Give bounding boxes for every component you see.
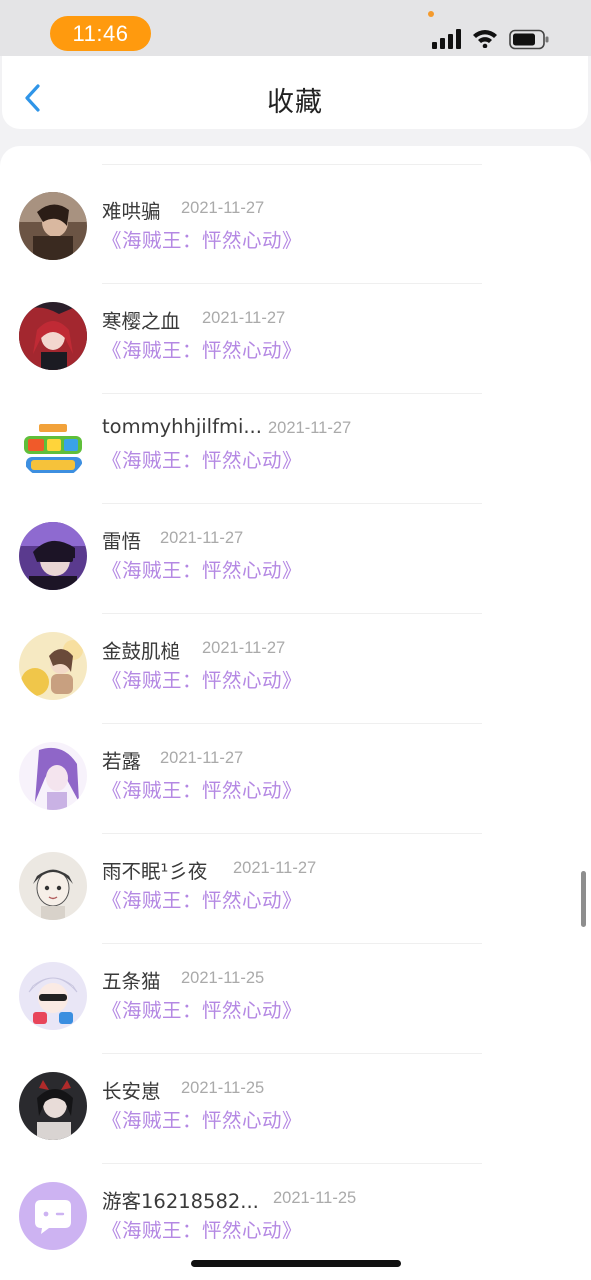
list-item[interactable]: 寒樱之血 2021-11-27 《海贼王：怦然心动》	[0, 297, 591, 407]
wifi-icon	[473, 30, 497, 48]
avatar	[19, 632, 87, 700]
list-item[interactable]: 雨不眠¹彡夜 2021-11-27 《海贼王：怦然心动》	[0, 847, 591, 957]
username: 长安崽	[102, 1080, 161, 1103]
work-title[interactable]: 《海贼王：怦然心动》	[102, 884, 302, 913]
list-item[interactable]: 雷悟 2021-11-27 《海贼王：怦然心动》	[0, 517, 591, 627]
avatar	[19, 742, 87, 810]
avatar	[19, 852, 87, 920]
list-divider	[102, 1053, 482, 1054]
list-divider	[102, 503, 482, 504]
favorite-date: 2021-11-27	[202, 639, 286, 657]
avatar	[19, 962, 87, 1030]
list-divider	[102, 1163, 482, 1164]
avatar	[19, 192, 87, 260]
favorite-date: 2021-11-25	[273, 1189, 357, 1207]
username: 五条猫	[102, 970, 161, 993]
work-title[interactable]: 《海贼王：怦然心动》	[102, 554, 302, 583]
avatar	[19, 1182, 87, 1250]
work-title[interactable]: 《海贼王：怦然心动》	[102, 1104, 302, 1133]
favorite-date: 2021-11-27	[202, 309, 286, 327]
status-bar: 11:46	[0, 0, 591, 56]
list-divider	[102, 283, 482, 284]
username: 雨不眠¹彡夜	[102, 860, 208, 883]
list-item[interactable]: 长安崽 2021-11-25 《海贼王：怦然心动》	[0, 1067, 591, 1177]
battery-icon	[509, 29, 549, 50]
scrollbar[interactable]	[581, 871, 586, 927]
list-divider	[102, 833, 482, 834]
avatar	[19, 412, 87, 480]
list-divider	[102, 164, 482, 165]
list-item[interactable]: 若露 2021-11-27 《海贼王：怦然心动》	[0, 737, 591, 847]
favorite-date: 2021-11-27	[268, 419, 352, 437]
mic-indicator-dot	[428, 11, 434, 17]
work-title[interactable]: 《海贼王：怦然心动》	[102, 224, 302, 253]
username: 游客16218582...	[102, 1190, 259, 1213]
list-item[interactable]: 五条猫 2021-11-25 《海贼王：怦然心动》	[0, 957, 591, 1067]
avatar	[19, 302, 87, 370]
avatar	[19, 1072, 87, 1140]
home-indicator[interactable]	[191, 1260, 401, 1267]
favorite-date: 2021-11-25	[181, 1079, 265, 1097]
work-title[interactable]: 《海贼王：怦然心动》	[102, 774, 302, 803]
list-item[interactable]: tommyhhjilfmi... 2021-11-27 《海贼王：怦然心动》	[0, 407, 591, 517]
username: 若露	[102, 750, 142, 773]
favorite-date: 2021-11-27	[181, 199, 265, 217]
username: tommyhhjilfmi...	[102, 415, 262, 438]
list-divider	[102, 943, 482, 944]
favorite-date: 2021-11-27	[233, 859, 317, 877]
favorite-date: 2021-11-25	[181, 969, 265, 987]
nav-header: 收藏	[2, 56, 588, 129]
favorite-date: 2021-11-27	[160, 529, 244, 547]
list-divider	[102, 613, 482, 614]
work-title[interactable]: 《海贼王：怦然心动》	[102, 444, 302, 473]
username: 难哄骗	[102, 200, 161, 223]
favorites-list: 难哄骗 2021-11-27 《海贼王：怦然心动》 寒樱之血 2021-11-2…	[0, 146, 591, 1280]
cellular-signal-icon	[432, 27, 464, 49]
work-title[interactable]: 《海贼王：怦然心动》	[102, 664, 302, 693]
favorite-date: 2021-11-27	[160, 749, 244, 767]
work-title[interactable]: 《海贼王：怦然心动》	[102, 1214, 302, 1243]
list-item[interactable]: 难哄骗 2021-11-27 《海贼王：怦然心动》	[0, 187, 591, 297]
list-item[interactable]: 金鼓肌槌 2021-11-27 《海贼王：怦然心动》	[0, 627, 591, 737]
username: 金鼓肌槌	[102, 640, 181, 663]
work-title[interactable]: 《海贼王：怦然心动》	[102, 334, 302, 363]
list-divider	[102, 393, 482, 394]
page-title: 收藏	[267, 87, 323, 118]
list-divider	[102, 723, 482, 724]
avatar	[19, 522, 87, 590]
status-time: 11:46	[50, 16, 151, 51]
username: 雷悟	[102, 530, 142, 553]
username: 寒樱之血	[102, 310, 181, 333]
work-title[interactable]: 《海贼王：怦然心动》	[102, 994, 302, 1023]
